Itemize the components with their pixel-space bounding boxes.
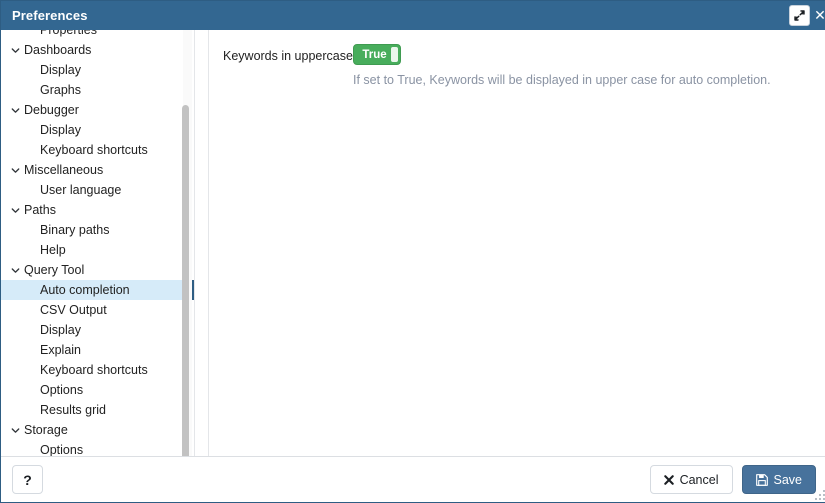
sidebar-item-display[interactable]: Display [1,120,194,140]
sidebar-content-divider [195,30,209,456]
sidebar-item-options[interactable]: Options [1,440,194,456]
resize-grip[interactable] [813,488,825,500]
setting-control: True If set to True, Keywords will be di… [353,44,809,88]
close-x-icon [663,474,674,485]
setting-label: Keywords in uppercase [223,49,353,63]
expand-diagonal-icon[interactable] [789,5,810,26]
sidebar-item-label: Options [40,383,84,397]
sidebar-item-label: User language [40,183,122,197]
sidebar-item-options[interactable]: Options [1,380,194,400]
chevron-down-icon [9,426,22,435]
save-button[interactable]: Save [741,465,816,494]
sidebar-item-paths[interactable]: Paths [1,200,194,220]
sidebar-item-label: Dashboards [24,43,92,57]
setting-help-text: If set to True, Keywords will be display… [353,73,771,87]
sidebar-item-label: Auto completion [40,283,130,297]
preferences-sidebar: Properties Dashboards Display Graphs Debugge… [1,30,195,456]
preferences-tree: Properties Dashboards Display Graphs Debugge… [1,30,194,456]
sidebar-item-results-grid[interactable]: Results grid [1,400,194,420]
sidebar-scrollbar-thumb[interactable] [182,105,189,456]
titlebar-buttons: ✕ [789,5,825,26]
sidebar-item-label: Keyboard shortcuts [40,143,148,157]
sidebar-item-label: Display [40,63,81,77]
preferences-dialog: Preferences ✕ Properties Dashboards Displa… [0,0,825,503]
sidebar-item-keyboard-shortcuts[interactable]: Keyboard shortcuts [1,140,194,160]
sidebar-item-user-language[interactable]: User language [1,180,194,200]
sidebar-item-label: Query Tool [24,263,85,277]
cancel-button-label: Cancel [679,472,719,487]
sidebar-item-properties[interactable]: Properties [1,30,194,40]
sidebar-scrollbar-track[interactable] [182,30,192,456]
sidebar-item-label: Display [40,323,81,337]
sidebar-item-label: Display [40,123,81,137]
sidebar-item-label: Help [40,243,66,257]
setting-row-keywords-in-uppercase: Keywords in uppercase True If set to Tru… [223,44,809,88]
sidebar-item-query-tool[interactable]: Query Tool [1,260,194,280]
sidebar-item-label: Results grid [40,403,106,417]
footer-actions: Cancel Save [649,465,816,494]
sidebar-item-label: Miscellaneous [24,163,104,177]
sidebar-item-label: Binary paths [40,223,110,237]
sidebar-item-display[interactable]: Display [1,60,194,80]
sidebar-item-label: Storage [24,423,68,437]
dialog-title: Preferences [12,8,88,23]
toggle-knob [391,47,398,62]
sidebar-item-label: Debugger [24,103,79,117]
close-icon[interactable]: ✕ [813,5,825,26]
sidebar-item-explain[interactable]: Explain [1,340,194,360]
chevron-down-icon [9,46,22,55]
sidebar-item-binary-paths[interactable]: Binary paths [1,220,194,240]
save-button-label: Save [773,472,803,487]
sidebar-item-csv-output[interactable]: CSV Output [1,300,194,320]
sidebar-item-label: Explain [40,343,81,357]
help-button[interactable]: ? [12,465,43,494]
sidebar-item-label: Properties [40,30,97,37]
dialog-footer: ? Cancel Save [1,457,825,502]
sidebar-item-label: Paths [24,203,56,217]
floppy-disk-save-icon [755,473,768,486]
sidebar-item-help[interactable]: Help [1,240,194,260]
sidebar-item-label: Graphs [40,83,81,97]
preferences-content-panel: Keywords in uppercase True If set to Tru… [209,30,825,456]
sidebar-item-label: CSV Output [40,303,107,317]
chevron-down-icon [9,266,22,275]
chevron-down-icon [9,206,22,215]
keywords-uppercase-toggle[interactable]: True [353,44,401,65]
sidebar-item-display[interactable]: Display [1,320,194,340]
sidebar-item-keyboard-shortcuts[interactable]: Keyboard shortcuts [1,360,194,380]
chevron-down-icon [9,166,22,175]
dialog-body: Properties Dashboards Display Graphs Debugge… [1,30,825,457]
sidebar-item-label: Options [40,443,84,456]
sidebar-item-debugger[interactable]: Debugger [1,100,194,120]
sidebar-item-label: Keyboard shortcuts [40,363,148,377]
sidebar-item-auto-completion[interactable]: Auto completion [1,280,194,300]
sidebar-item-dashboards[interactable]: Dashboards [1,40,194,60]
sidebar-item-miscellaneous[interactable]: Miscellaneous [1,160,194,180]
sidebar-item-graphs[interactable]: Graphs [1,80,194,100]
sidebar-item-storage[interactable]: Storage [1,420,194,440]
cancel-button[interactable]: Cancel [649,465,733,494]
dialog-titlebar: Preferences ✕ [1,1,825,30]
chevron-down-icon [9,106,22,115]
